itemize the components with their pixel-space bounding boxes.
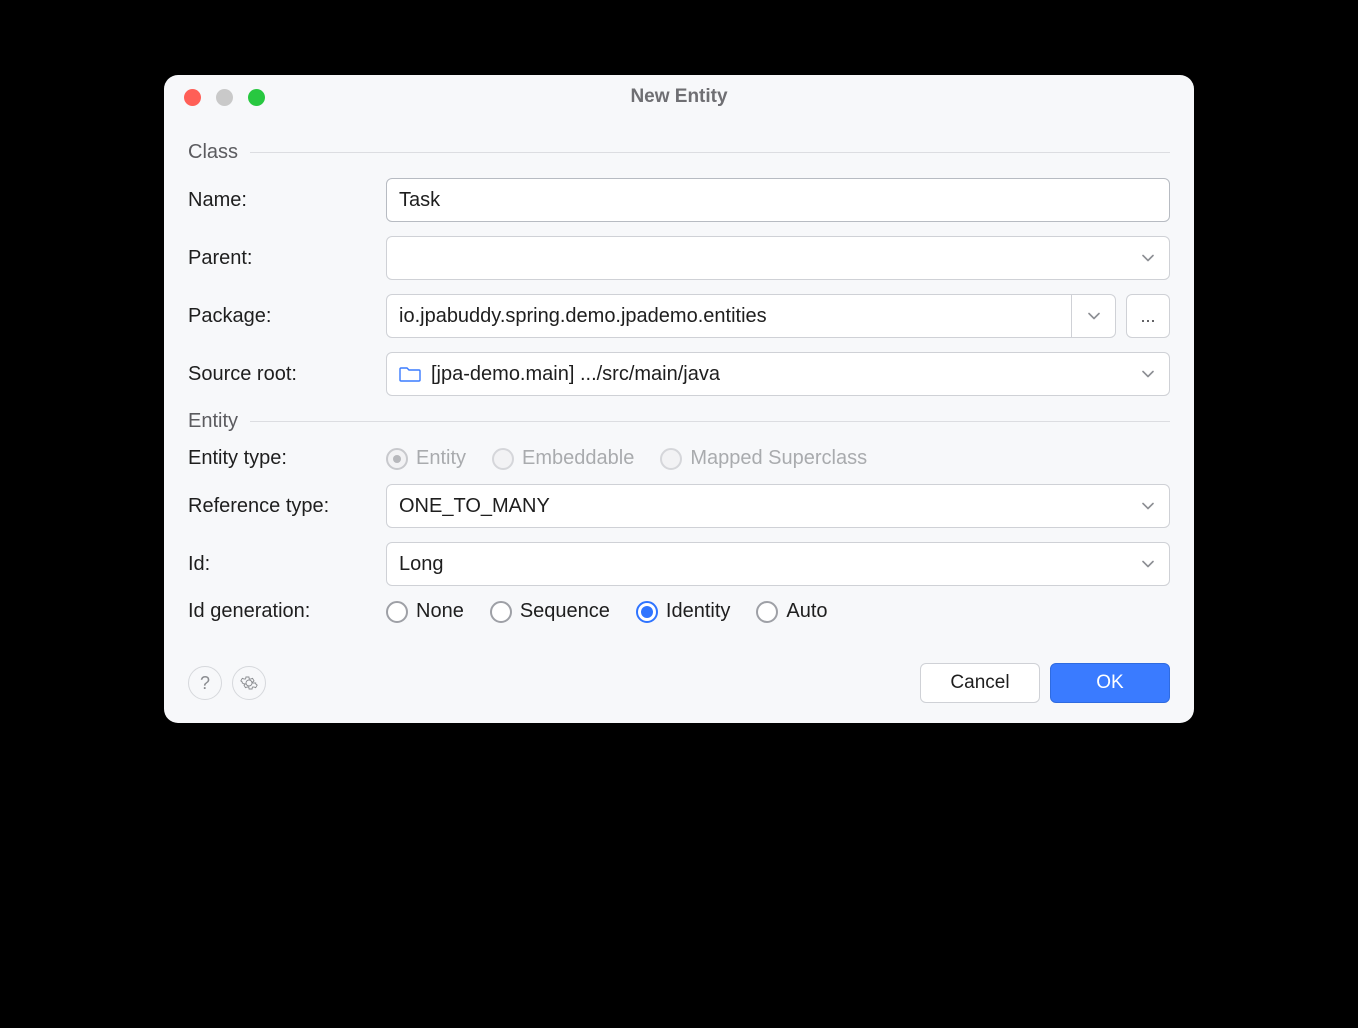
radio-none[interactable]: None <box>386 600 464 623</box>
id-label: Id: <box>188 553 376 576</box>
browse-button[interactable]: ... <box>1126 294 1170 338</box>
minimize-icon <box>216 89 233 106</box>
entity-type-label: Entity type: <box>188 447 376 470</box>
radio-embeddable-label: Embeddable <box>522 447 634 470</box>
ok-button[interactable]: OK <box>1050 663 1170 703</box>
maximize-icon[interactable] <box>248 89 265 106</box>
cancel-button[interactable]: Cancel <box>920 663 1040 703</box>
radio-embeddable: Embeddable <box>492 447 634 470</box>
id-generation-group: None Sequence Identity Auto <box>386 600 1170 623</box>
reference-type-combo[interactable]: ONE_TO_MANY <box>386 484 1170 528</box>
reference-type-label: Reference type: <box>188 495 376 518</box>
id-value: Long <box>399 553 444 576</box>
radio-icon <box>386 448 408 470</box>
section-class: Class <box>188 141 1170 164</box>
dialog-title: New Entity <box>164 86 1194 108</box>
window-controls <box>164 89 265 106</box>
radio-icon <box>660 448 682 470</box>
titlebar: New Entity <box>164 75 1194 119</box>
divider <box>250 152 1170 153</box>
radio-auto[interactable]: Auto <box>756 600 827 623</box>
radio-identity[interactable]: Identity <box>636 600 730 623</box>
parent-label: Parent: <box>188 247 376 270</box>
radio-icon <box>492 448 514 470</box>
radio-mapped-superclass-label: Mapped Superclass <box>690 447 867 470</box>
name-label: Name: <box>188 189 376 212</box>
ok-label: OK <box>1096 672 1123 694</box>
radio-icon <box>386 601 408 623</box>
radio-auto-label: Auto <box>786 600 827 623</box>
radio-entity-label: Entity <box>416 447 466 470</box>
help-button[interactable]: ? <box>188 666 222 700</box>
chevron-down-icon <box>1139 365 1157 383</box>
radio-icon <box>490 601 512 623</box>
dialog-footer: ? Cancel OK <box>164 655 1194 723</box>
radio-sequence[interactable]: Sequence <box>490 600 610 623</box>
radio-icon <box>636 601 658 623</box>
close-icon[interactable] <box>184 89 201 106</box>
gear-icon <box>240 674 258 692</box>
source-root-value: [jpa-demo.main] .../src/main/java <box>431 363 720 386</box>
new-entity-dialog: New Entity Class Name: Task Parent: <box>164 75 1194 723</box>
parent-combo[interactable] <box>386 236 1170 280</box>
package-dropdown[interactable] <box>1071 295 1115 337</box>
id-generation-label: Id generation: <box>188 600 376 623</box>
package-combo[interactable]: io.jpabuddy.spring.demo.jpademo.entities <box>386 294 1116 338</box>
chevron-down-icon <box>1139 497 1157 515</box>
section-class-label: Class <box>188 141 238 164</box>
source-root-combo[interactable]: [jpa-demo.main] .../src/main/java <box>386 352 1170 396</box>
radio-mapped-superclass: Mapped Superclass <box>660 447 867 470</box>
chevron-down-icon <box>1085 307 1103 325</box>
chevron-down-icon <box>1139 555 1157 573</box>
settings-button[interactable] <box>232 666 266 700</box>
cancel-label: Cancel <box>950 672 1009 694</box>
name-input[interactable]: Task <box>386 178 1170 222</box>
entity-type-group: Entity Embeddable Mapped Superclass <box>386 447 1170 470</box>
chevron-down-icon <box>1139 249 1157 267</box>
section-entity: Entity <box>188 410 1170 433</box>
help-icon: ? <box>200 673 210 694</box>
id-combo[interactable]: Long <box>386 542 1170 586</box>
ellipsis-icon: ... <box>1140 306 1155 327</box>
folder-icon <box>399 365 421 383</box>
name-value: Task <box>399 189 440 212</box>
package-label: Package: <box>188 305 376 328</box>
section-entity-label: Entity <box>188 410 238 433</box>
radio-sequence-label: Sequence <box>520 600 610 623</box>
reference-type-value: ONE_TO_MANY <box>399 495 550 518</box>
radio-entity: Entity <box>386 447 466 470</box>
package-value: io.jpabuddy.spring.demo.jpademo.entities <box>387 295 1071 337</box>
radio-identity-label: Identity <box>666 600 730 623</box>
radio-icon <box>756 601 778 623</box>
radio-none-label: None <box>416 600 464 623</box>
divider <box>250 421 1170 422</box>
source-root-label: Source root: <box>188 363 376 386</box>
